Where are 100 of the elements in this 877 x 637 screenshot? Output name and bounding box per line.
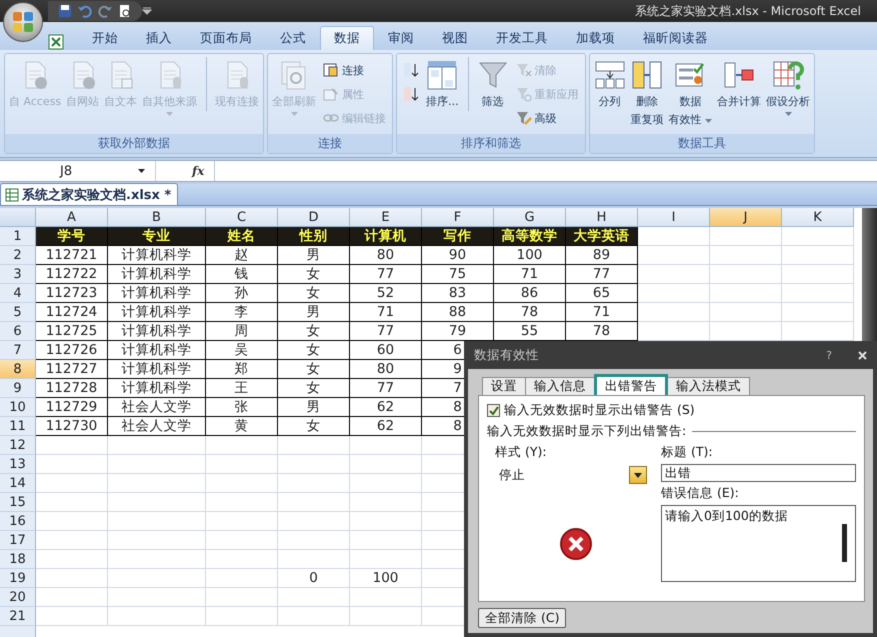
dialog-tab[interactable]: 出错警告: [594, 374, 668, 395]
row-header[interactable]: 19: [0, 569, 36, 588]
table-cell: 78: [494, 303, 566, 322]
table-cell: 女: [278, 284, 350, 303]
row-header[interactable]: 9: [0, 379, 36, 398]
group-title: 获取外部数据: [5, 134, 264, 153]
table-cell: 女: [278, 379, 350, 398]
column-header[interactable]: E: [350, 208, 422, 227]
ribbon-button[interactable]: 合并计算: [716, 57, 762, 111]
row-header[interactable]: 10: [0, 398, 36, 417]
header-cell: 性别: [278, 227, 350, 246]
row-header[interactable]: 2: [0, 246, 36, 265]
table-cell: 计算机科学: [108, 246, 206, 265]
table-cell: 张: [206, 398, 278, 417]
table-cell: 77: [350, 379, 422, 398]
table-cell: 计算机科学: [108, 265, 206, 284]
table-cell: 77: [566, 265, 638, 284]
table-cell: 男: [278, 303, 350, 322]
row-header[interactable]: 21: [0, 607, 36, 626]
row-header[interactable]: 20: [0, 588, 36, 607]
ribbon-tab[interactable]: 开始: [78, 26, 132, 50]
table-cell: 女: [278, 322, 350, 341]
ribbon-button[interactable]: 高级: [512, 107, 582, 129]
table-cell: 71: [350, 303, 422, 322]
table-cell: 77: [350, 265, 422, 284]
ribbon-tab[interactable]: 公式: [266, 26, 320, 50]
table-cell: 62: [350, 398, 422, 417]
clear-all-button[interactable]: 全部清除 (C): [478, 608, 566, 628]
ribbon-tab[interactable]: 数据: [320, 26, 374, 50]
ribbon-tab[interactable]: 视图: [428, 26, 482, 50]
ribbon-tab[interactable]: 审阅: [374, 26, 428, 50]
title-field[interactable]: 出错: [661, 464, 856, 482]
ribbon-tab[interactable]: 福昕阅读器: [629, 26, 722, 50]
help-button[interactable]: ?: [826, 348, 832, 362]
table-cell: 黄: [206, 417, 278, 436]
column-header[interactable]: K: [782, 208, 854, 227]
ribbon-tab[interactable]: 页面布局: [186, 26, 266, 50]
ribbon-button[interactable]: 分列: [592, 57, 627, 111]
column-header[interactable]: I: [638, 208, 710, 227]
name-box[interactable]: J8: [0, 161, 156, 181]
field-label: 样式 (Y):: [495, 444, 548, 461]
ribbon-button[interactable]: 筛选: [468, 57, 510, 111]
column-header[interactable]: H: [566, 208, 638, 227]
table-cell: 112723: [36, 284, 108, 303]
row-header[interactable]: 16: [0, 512, 36, 531]
table-cell: 王: [206, 379, 278, 398]
table-cell: 77: [350, 322, 422, 341]
column-header[interactable]: D: [278, 208, 350, 227]
column-header[interactable]: B: [108, 208, 206, 227]
table-cell: 79: [422, 322, 494, 341]
table-cell: 112727: [36, 360, 108, 379]
dialog-tab[interactable]: 输入信息: [525, 377, 595, 395]
column-header[interactable]: A: [36, 208, 108, 227]
message-field[interactable]: 请输入0到100的数据: [661, 505, 856, 582]
header-cell: 写作: [422, 227, 494, 246]
group-title: 数据工具: [590, 134, 814, 153]
row-header[interactable]: 8: [0, 360, 36, 379]
ribbon-button[interactable]: 假设分析: [765, 57, 812, 118]
table-cell: 男: [278, 246, 350, 265]
table-cell: 55: [494, 322, 566, 341]
table-cell: 女: [278, 265, 350, 284]
function-label[interactable]: fx: [192, 164, 204, 178]
style-select[interactable]: 停止: [495, 465, 647, 485]
workbook-tab[interactable]: 系统之家实验文档.xlsx *: [0, 183, 178, 205]
table-cell: 女: [278, 360, 350, 379]
table-cell: 周: [206, 322, 278, 341]
ribbon-tab[interactable]: 开发工具: [482, 26, 562, 50]
header-cell: 专业: [108, 227, 206, 246]
ribbon-button[interactable]: 连接: [320, 59, 390, 81]
table-cell: 计算机科学: [108, 322, 206, 341]
column-header[interactable]: J: [710, 208, 782, 227]
row-header[interactable]: 6: [0, 322, 36, 341]
column-header[interactable]: C: [206, 208, 278, 227]
ribbon-button[interactable]: 排序...: [425, 57, 460, 111]
row-header[interactable]: 18: [0, 550, 36, 569]
table-cell: 计算机科学: [108, 360, 206, 379]
dialog-tab[interactable]: 输入法模式: [667, 377, 750, 395]
table-cell: 71: [494, 265, 566, 284]
row-header[interactable]: 3: [0, 265, 36, 284]
column-header[interactable]: F: [422, 208, 494, 227]
table-cell: 社会人文学: [108, 417, 206, 436]
table-cell: 计算机科学: [108, 379, 206, 398]
row-header[interactable]: 13: [0, 455, 36, 474]
ribbon-tab[interactable]: 插入: [132, 26, 186, 50]
table-cell: 男: [278, 398, 350, 417]
field-label: 错误信息 (E):: [661, 485, 740, 502]
table-cell: 吴: [206, 341, 278, 360]
dialog-tab[interactable]: 设置: [482, 377, 526, 395]
ribbon-tab[interactable]: 加载项: [562, 26, 629, 50]
table-cell: 112730: [36, 417, 108, 436]
row-header[interactable]: 12: [0, 436, 36, 455]
table-cell: 75: [422, 265, 494, 284]
table-cell: 112726: [36, 341, 108, 360]
table-cell: 0: [278, 569, 350, 588]
ribbon-button[interactable]: 数据 有效性: [668, 57, 714, 129]
table-cell: 女: [278, 417, 350, 436]
group-title: 连接: [268, 134, 392, 153]
table-cell: 李: [206, 303, 278, 322]
column-header[interactable]: G: [494, 208, 566, 227]
ribbon-button[interactable]: 删除 重复项: [630, 57, 665, 129]
